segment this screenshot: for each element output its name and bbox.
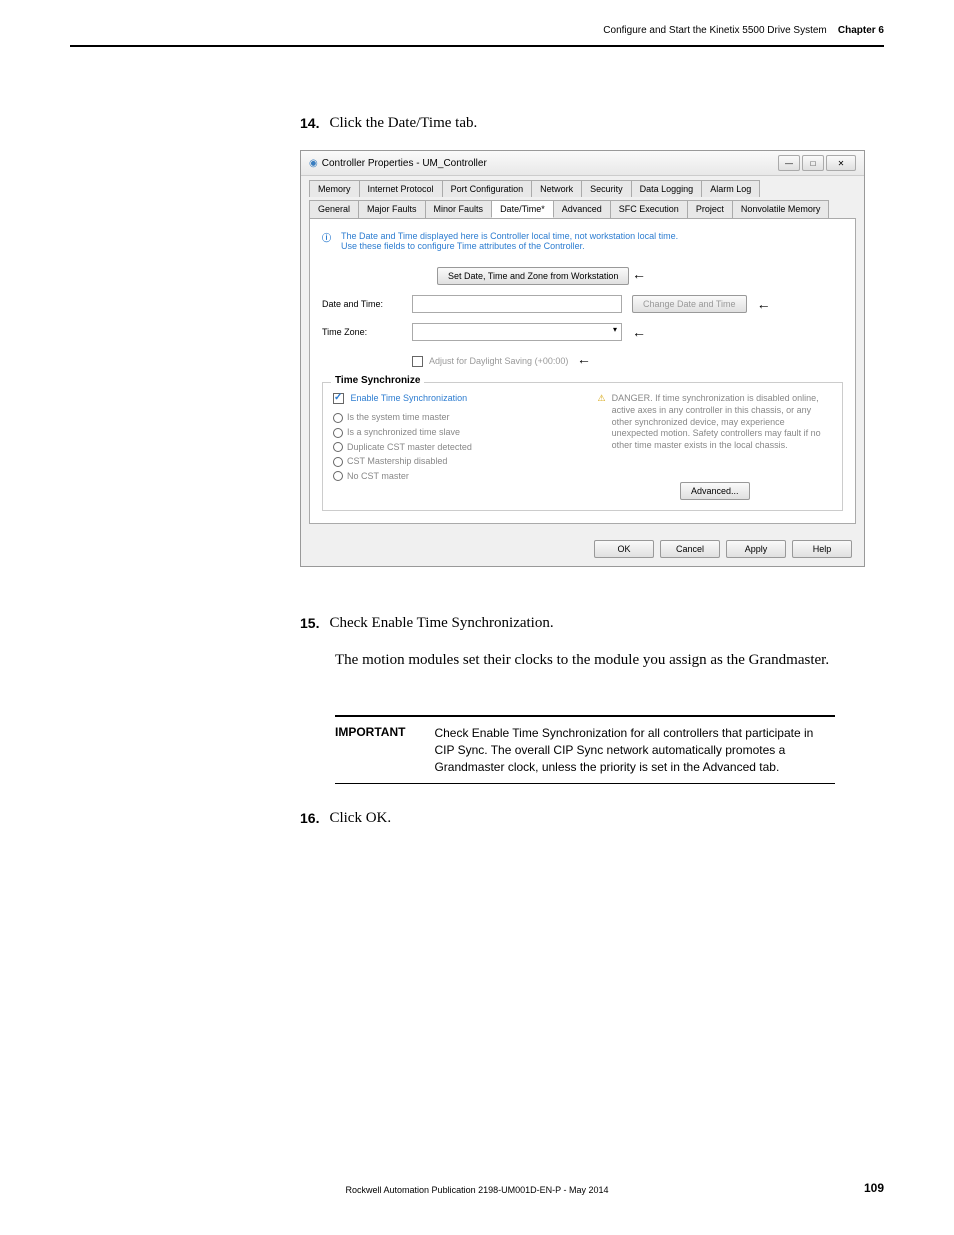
titlebar: ◉ Controller Properties - UM_Controller … xyxy=(301,151,864,176)
dialog-title: Controller Properties - UM_Controller xyxy=(322,158,487,169)
set-date-button[interactable]: Set Date, Time and Zone from Workstation xyxy=(437,267,629,285)
tab-alarm-log[interactable]: Alarm Log xyxy=(701,180,760,197)
danger-text: DANGER. If time synchronization is disab… xyxy=(612,393,832,451)
daylight-checkbox[interactable] xyxy=(412,356,423,367)
radio-duplicate-cst[interactable] xyxy=(333,442,343,452)
info-line-2: Use these fields to configure Time attri… xyxy=(341,241,585,251)
time-zone-label: Time Zone: xyxy=(322,327,402,337)
time-sync-fieldset: Time Synchronize Enable Time Synchroniza… xyxy=(322,382,843,510)
step-16: 16. Click OK. xyxy=(300,810,391,827)
important-label: IMPORTANT xyxy=(335,725,430,739)
controller-properties-dialog: ◉ Controller Properties - UM_Controller … xyxy=(300,150,865,567)
minimize-button[interactable]: — xyxy=(778,155,800,171)
time-sync-legend: Time Synchronize xyxy=(331,375,424,386)
warning-icon: ⚠ xyxy=(598,393,606,404)
radio-system-master[interactable] xyxy=(333,413,343,423)
tab-network[interactable]: Network xyxy=(531,180,582,197)
advanced-button[interactable]: Advanced... xyxy=(680,482,750,500)
tab-date-time[interactable]: Date/Time* xyxy=(491,200,554,218)
enable-sync-label: Enable Time Synchronization xyxy=(351,393,468,403)
info-line-1: The Date and Time displayed here is Cont… xyxy=(341,231,678,241)
window-icon: ◉ xyxy=(309,158,318,169)
arrow-icon: ← xyxy=(632,266,646,282)
cancel-button[interactable]: Cancel xyxy=(660,540,720,558)
arrow-icon: ← xyxy=(632,324,646,340)
tab-general[interactable]: General xyxy=(309,200,359,218)
step-14: 14. Click the Date/Time tab. xyxy=(300,115,477,132)
radio-cst-disabled[interactable] xyxy=(333,457,343,467)
important-text: Check Enable Time Synchronization for al… xyxy=(434,725,824,775)
ok-button[interactable]: OK xyxy=(594,540,654,558)
date-time-label: Date and Time: xyxy=(322,299,402,309)
page-number: 109 xyxy=(864,1181,884,1195)
header-rule xyxy=(70,45,884,47)
apply-button[interactable]: Apply xyxy=(726,540,786,558)
tab-nonvolatile-memory[interactable]: Nonvolatile Memory xyxy=(732,200,830,218)
tab-security[interactable]: Security xyxy=(581,180,632,197)
window-controls: — □ ✕ xyxy=(778,155,856,171)
tab-major-faults[interactable]: Major Faults xyxy=(358,200,426,218)
step-15-body: The motion modules set their clocks to t… xyxy=(335,650,835,671)
daylight-label: Adjust for Daylight Saving (+00:00) xyxy=(429,356,568,366)
tab-minor-faults[interactable]: Minor Faults xyxy=(425,200,493,218)
header-text: Configure and Start the Kinetix 5500 Dri… xyxy=(603,25,884,36)
info-icon: ⓘ xyxy=(322,231,331,244)
radio-no-cst[interactable] xyxy=(333,471,343,481)
time-zone-dropdown[interactable] xyxy=(412,323,622,341)
step-15: 15. Check Enable Time Synchronization. xyxy=(300,615,554,632)
dialog-buttons: OK Cancel Apply Help xyxy=(301,532,864,566)
tab-sfc-execution[interactable]: SFC Execution xyxy=(610,200,688,218)
footer: Rockwell Automation Publication 2198-UM0… xyxy=(0,1185,954,1195)
change-date-button[interactable]: Change Date and Time xyxy=(632,295,747,313)
tab-project[interactable]: Project xyxy=(687,200,733,218)
tab-content: ⓘ The Date and Time displayed here is Co… xyxy=(309,218,856,524)
arrow-icon: ← xyxy=(577,351,591,367)
important-box: IMPORTANT Check Enable Time Synchronizat… xyxy=(335,715,835,784)
tab-internet-protocol[interactable]: Internet Protocol xyxy=(359,180,443,197)
close-button[interactable]: ✕ xyxy=(826,155,856,171)
tab-advanced[interactable]: Advanced xyxy=(553,200,611,218)
tabs-row-1: Memory Internet Protocol Port Configurat… xyxy=(301,176,864,197)
help-button[interactable]: Help xyxy=(792,540,852,558)
enable-sync-checkbox[interactable] xyxy=(333,393,344,404)
tab-data-logging[interactable]: Data Logging xyxy=(631,180,703,197)
radio-sync-slave[interactable] xyxy=(333,428,343,438)
tab-memory[interactable]: Memory xyxy=(309,180,360,197)
arrow-icon: ← xyxy=(757,296,771,312)
maximize-button[interactable]: □ xyxy=(802,155,824,171)
date-time-input[interactable] xyxy=(412,295,622,313)
tabs-row-2: General Major Faults Minor Faults Date/T… xyxy=(301,196,864,218)
tab-port-configuration[interactable]: Port Configuration xyxy=(442,180,533,197)
